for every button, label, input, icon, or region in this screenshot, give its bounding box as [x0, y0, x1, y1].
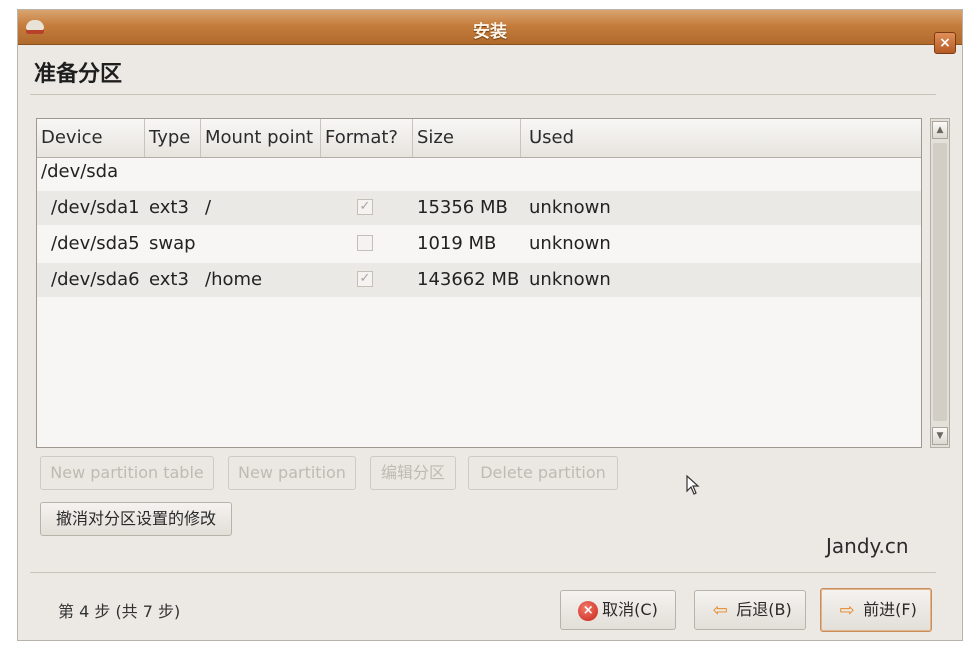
forward-button[interactable]: ⇨ 前进(F) — [820, 588, 932, 632]
table-header: Device Type Mount point Format? Size Use… — [37, 119, 921, 158]
watermark: Jandy.cn — [826, 534, 909, 558]
step-indicator: 第 4 步 (共 7 步) — [58, 602, 181, 621]
forward-arrow-icon: ⇨ — [839, 599, 855, 621]
row-used: unknown — [529, 233, 611, 254]
table-row[interactable]: /dev/sda5 swap 1019 MB unknown — [37, 227, 921, 261]
delete-partition-button[interactable]: Delete partition — [468, 456, 618, 490]
row-device: /dev/sda6 — [51, 269, 140, 290]
scroll-down-icon[interactable]: ▼ — [932, 427, 948, 445]
new-partition-table-button[interactable]: New partition table — [40, 456, 214, 490]
row-size: 143662 MB — [417, 269, 520, 290]
row-size: 1019 MB — [417, 233, 497, 254]
edit-partition-button[interactable]: 编辑分区 — [370, 456, 456, 490]
row-device: /dev/sda5 — [51, 233, 140, 254]
close-icon[interactable]: × — [934, 32, 956, 54]
window-title: 安装 — [473, 22, 507, 42]
table-row[interactable]: /dev/sda6 ext3 /home ✓ 143662 MB unknown — [37, 263, 921, 297]
row-device: /dev/sda1 — [51, 197, 140, 218]
disk-label: /dev/sda — [41, 161, 119, 182]
column-header-size[interactable]: Size — [413, 119, 521, 157]
row-type: ext3 — [149, 269, 189, 290]
installer-window: 安装 × 准备分区 Device Type Mount point Format… — [18, 10, 962, 640]
new-partition-button[interactable]: New partition — [228, 456, 356, 490]
row-used: unknown — [529, 269, 611, 290]
footer-separator — [30, 572, 936, 573]
partition-table[interactable]: Device Type Mount point Format? Size Use… — [36, 118, 922, 448]
row-type: ext3 — [149, 197, 189, 218]
cancel-button[interactable]: × 取消(C) — [560, 590, 676, 630]
row-mount: / — [205, 197, 212, 218]
cancel-icon: × — [578, 600, 599, 621]
format-checkbox[interactable]: ✓ — [357, 199, 373, 215]
column-header-format[interactable]: Format? — [321, 119, 413, 157]
column-header-device[interactable]: Device — [37, 119, 145, 157]
table-scrollbar[interactable]: ▲ ▼ — [930, 118, 950, 448]
heading-separator — [30, 94, 936, 95]
back-button[interactable]: ⇦ 后退(B) — [694, 590, 806, 630]
cancel-button-label: 取消(C) — [602, 600, 658, 619]
page-title: 准备分区 — [34, 62, 123, 87]
revert-changes-button[interactable]: 撤消对分区设置的修改 — [40, 502, 232, 536]
back-button-label: 后退(B) — [736, 600, 792, 619]
row-used: unknown — [529, 197, 611, 218]
row-mount: /home — [205, 269, 263, 290]
scroll-up-icon[interactable]: ▲ — [932, 121, 948, 139]
format-checkbox[interactable] — [357, 235, 373, 251]
title-bar: 安装 — [18, 10, 962, 45]
format-checkbox[interactable]: ✓ — [357, 271, 373, 287]
row-type: swap — [149, 233, 196, 254]
row-size: 15356 MB — [417, 197, 508, 218]
column-header-used[interactable]: Used — [521, 119, 921, 157]
scroll-thumb[interactable] — [933, 143, 947, 421]
forward-button-label: 前进(F) — [863, 600, 917, 619]
back-arrow-icon: ⇦ — [712, 599, 728, 621]
table-row-disk[interactable]: /dev/sda — [37, 155, 921, 189]
column-header-type[interactable]: Type — [145, 119, 201, 157]
column-header-mount[interactable]: Mount point — [201, 119, 321, 157]
table-row[interactable]: /dev/sda1 ext3 / ✓ 15356 MB unknown — [37, 191, 921, 225]
mouse-pointer-icon — [686, 475, 700, 495]
